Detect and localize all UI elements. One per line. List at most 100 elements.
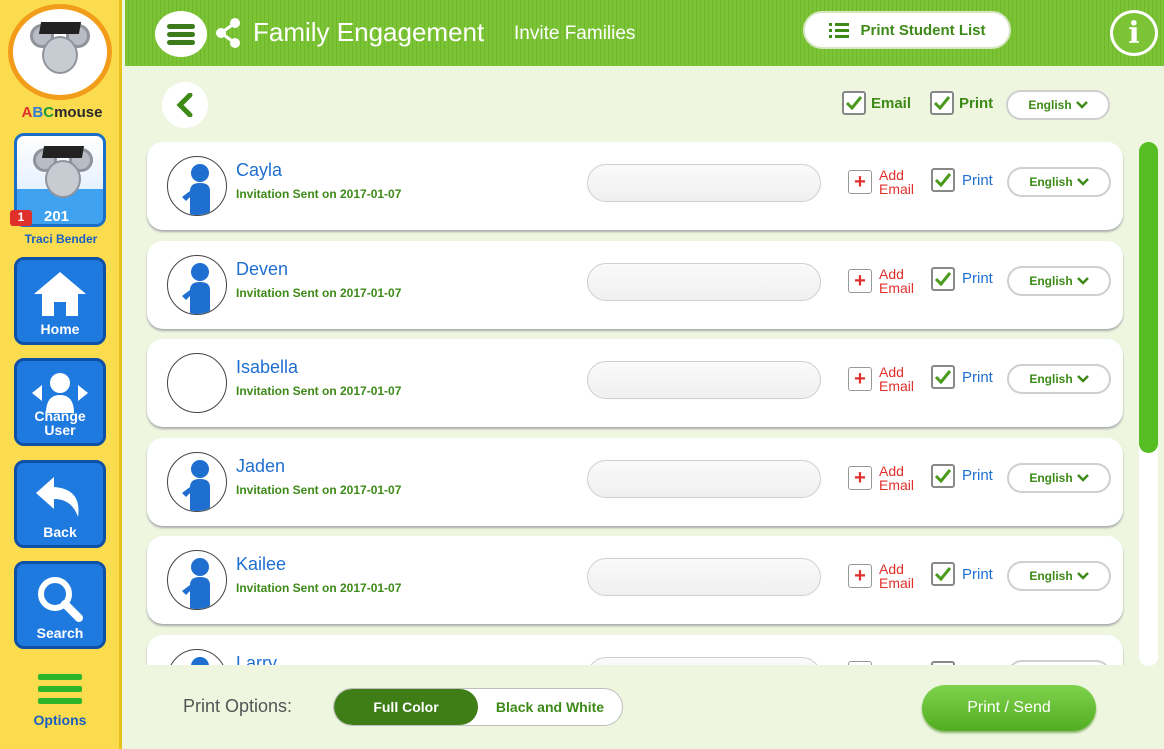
add-email-button[interactable]: + Add Email xyxy=(848,464,914,492)
select-all-email[interactable]: Email xyxy=(842,91,911,115)
student-row: Kailee Invitation Sent on 2017-01-07 + Add E… xyxy=(147,536,1123,624)
checkbox-checked-icon[interactable] xyxy=(931,660,955,665)
print-checkbox[interactable]: Print xyxy=(931,168,993,192)
checkbox-checked-icon[interactable] xyxy=(931,365,955,389)
plus-icon: + xyxy=(848,367,872,391)
header-bar: Family Engagement Invite Families Print … xyxy=(125,0,1164,66)
print-student-list-button[interactable]: Print Student List xyxy=(803,11,1011,49)
page-title: Family Engagement xyxy=(253,17,485,47)
language-select[interactable]: English xyxy=(1007,364,1111,394)
options-icon xyxy=(38,674,82,680)
print-checkbox[interactable]: Print xyxy=(931,266,993,291)
student-avatar xyxy=(167,648,227,665)
chevron-down-icon xyxy=(1076,178,1089,186)
student-avatar xyxy=(167,254,227,315)
print-options-toggle: Full Color Black and White xyxy=(333,688,623,726)
list-icon xyxy=(828,23,849,38)
student-name: Deven xyxy=(236,258,289,279)
add-email-button[interactable]: + Add Email xyxy=(848,562,914,590)
invitation-status: Invitation Sent on 2017-01-07 xyxy=(236,482,402,497)
language-select[interactable]: English xyxy=(1007,462,1111,493)
print-checkbox[interactable]: Print xyxy=(931,463,993,488)
language-select[interactable]: English xyxy=(1007,167,1111,197)
checkbox-checked-icon[interactable] xyxy=(931,562,955,586)
invitation-status: Invitation Sent on 2017-01-07 xyxy=(236,384,402,398)
abcmouse-logo[interactable] xyxy=(8,4,112,100)
plus-icon: + xyxy=(848,170,872,194)
level-badge: 1 xyxy=(10,210,32,226)
print-checkbox[interactable]: Print xyxy=(931,365,993,389)
change-user-button[interactable]: Change User xyxy=(14,358,106,446)
email-input[interactable] xyxy=(587,262,821,301)
list-back-button[interactable] xyxy=(162,82,208,128)
plus-icon: + xyxy=(848,660,872,665)
checkbox-checked-icon[interactable] xyxy=(931,463,955,488)
back-button[interactable]: Back xyxy=(14,460,106,548)
add-email-button[interactable]: + Add Email xyxy=(848,365,914,393)
print-options-label: Print Options: xyxy=(183,696,293,716)
student-list: Cayla Invitation Sent on 2017-01-07 + Add Em… xyxy=(145,140,1130,665)
home-button[interactable]: Home xyxy=(14,257,106,345)
checkbox-checked-icon[interactable] xyxy=(842,91,866,115)
full-color-option[interactable]: Full Color xyxy=(334,689,478,725)
language-select[interactable]: English xyxy=(1007,265,1111,296)
print-send-button[interactable]: Print / Send xyxy=(922,685,1096,731)
student-row: Jaden Invitation Sent on 2017-01-07 + Add Em… xyxy=(147,437,1123,526)
scrollbar-thumb[interactable] xyxy=(1139,142,1158,453)
language-select[interactable] xyxy=(1007,659,1111,665)
info-button[interactable]: i xyxy=(1110,10,1158,56)
hamburger-menu-button[interactable] xyxy=(155,11,207,57)
student-row: Cayla Invitation Sent on 2017-01-07 + Add Em… xyxy=(147,142,1123,230)
student-row: Deven Invitation Sent on 2017-01-07 + Add Em… xyxy=(147,240,1123,329)
student-name: Cayla xyxy=(236,160,283,180)
add-email-button[interactable]: + xyxy=(848,660,879,665)
chevron-down-icon xyxy=(1076,375,1089,383)
invitation-status: Invitation Sent on 2017-01-07 xyxy=(236,285,402,300)
student-avatar xyxy=(167,156,227,216)
add-email-button[interactable]: + Add Email xyxy=(848,267,914,295)
chevron-left-icon xyxy=(176,93,193,117)
plus-icon: + xyxy=(848,268,872,293)
options-button[interactable]: Options xyxy=(14,670,106,740)
back-arrow-icon xyxy=(36,477,79,517)
plus-icon: + xyxy=(848,465,872,490)
info-icon: i xyxy=(1128,15,1140,51)
black-and-white-option[interactable]: Black and White xyxy=(478,689,622,725)
print-checkbox[interactable] xyxy=(931,660,962,665)
checkbox-checked-icon[interactable] xyxy=(930,91,954,115)
student-avatar xyxy=(167,353,227,413)
plus-icon: + xyxy=(848,564,872,588)
search-icon xyxy=(38,577,83,622)
hamburger-icon xyxy=(167,21,195,48)
chevron-down-icon xyxy=(1075,101,1088,109)
mouse-mascot-icon xyxy=(30,22,90,82)
child-silhouette-icon xyxy=(182,459,210,511)
home-icon xyxy=(34,272,86,316)
child-silhouette-icon xyxy=(182,164,210,215)
chevron-down-icon xyxy=(1076,276,1089,285)
student-name: Isabella xyxy=(236,357,299,377)
child-silhouette-icon xyxy=(182,262,210,314)
email-input[interactable] xyxy=(587,459,821,498)
chevron-down-icon xyxy=(1076,473,1089,482)
add-email-button[interactable]: + Add Email xyxy=(848,168,914,196)
search-button[interactable]: Search xyxy=(14,561,106,649)
brand-wordmark: ABCmouse xyxy=(21,104,103,121)
email-input[interactable] xyxy=(587,558,821,596)
checkbox-checked-icon[interactable] xyxy=(931,266,955,291)
checkbox-checked-icon[interactable] xyxy=(931,168,955,192)
student-name: Kailee xyxy=(236,554,287,574)
print-checkbox[interactable]: Print xyxy=(931,562,993,586)
ticket-count: 201 xyxy=(44,208,70,225)
share-icon[interactable] xyxy=(215,18,241,48)
invitation-status: Invitation Sent on 2017-01-07 xyxy=(236,581,402,595)
student-avatar xyxy=(167,550,227,610)
user-name: Traci Bender xyxy=(24,232,98,246)
select-all-print[interactable]: Print xyxy=(930,91,993,115)
global-language-select[interactable]: English xyxy=(1006,90,1110,120)
language-select[interactable]: English xyxy=(1007,561,1111,591)
email-input[interactable] xyxy=(587,656,821,665)
email-input[interactable] xyxy=(587,361,821,399)
email-input[interactable] xyxy=(587,164,821,202)
student-name: Larry xyxy=(236,652,278,666)
